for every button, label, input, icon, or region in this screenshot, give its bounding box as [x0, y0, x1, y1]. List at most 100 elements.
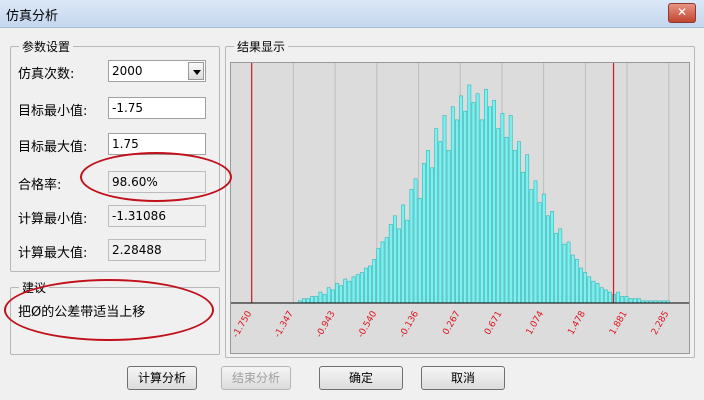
- close-icon[interactable]: ✕: [668, 3, 696, 23]
- target-min-input[interactable]: -1.75: [108, 97, 206, 119]
- chevron-down-icon[interactable]: [188, 62, 204, 80]
- histogram-bar: [504, 137, 509, 304]
- annotation-oval-suggestion: [4, 279, 214, 341]
- histogram-bar: [550, 211, 554, 304]
- cancel-button[interactable]: 取消: [421, 366, 505, 390]
- x-tick-label: -1.750: [231, 309, 254, 339]
- histogram-bar: [558, 228, 563, 304]
- histogram-bar: [426, 150, 430, 304]
- histogram-bar: [574, 259, 579, 304]
- histogram-bar: [500, 113, 505, 304]
- histogram-bar: [579, 267, 583, 304]
- histogram-bar: [376, 248, 381, 304]
- histogram-bar: [608, 291, 612, 304]
- histogram-bar: [566, 241, 571, 304]
- histogram-bar: [368, 265, 372, 304]
- histogram-bar: [517, 141, 521, 304]
- histogram-bar: [554, 232, 559, 304]
- sim-count-value: 2000: [112, 64, 143, 78]
- histogram-bar: [446, 150, 451, 304]
- histogram-bar: [326, 287, 331, 304]
- histogram-bar: [359, 272, 364, 304]
- ok-button[interactable]: 确定: [319, 366, 403, 390]
- histogram-bar: [529, 189, 534, 304]
- histogram-bar: [537, 202, 542, 304]
- histogram-bar: [591, 280, 596, 304]
- histogram-bar: [616, 291, 621, 304]
- histogram-bar: [479, 119, 484, 304]
- histogram-bar: [343, 278, 348, 304]
- histogram-bar: [533, 180, 538, 304]
- histogram-bar: [397, 228, 401, 304]
- calc-min-field: -1.31086: [108, 205, 206, 227]
- histogram-bar: [401, 204, 406, 304]
- histogram-bar: [624, 296, 629, 304]
- histogram-bar: [442, 115, 447, 304]
- histogram-bar: [434, 128, 439, 304]
- histogram-bar: [393, 215, 397, 304]
- histogram-bar: [467, 84, 472, 304]
- calc-min-label: 计算最小值:: [18, 212, 88, 227]
- target-max-label: 目标最大值:: [18, 140, 88, 155]
- x-tick-label: -0.540: [356, 309, 379, 339]
- histogram-bar: [318, 291, 323, 304]
- histogram-bar: [322, 293, 327, 304]
- histogram-bar: [421, 163, 426, 304]
- histogram-bar: [637, 298, 641, 304]
- histogram-bar: [508, 115, 513, 304]
- histogram-bar: [455, 119, 459, 304]
- result-legend: 结果显示: [234, 38, 289, 55]
- histogram-bar: [413, 178, 418, 304]
- histogram-bar: [525, 154, 530, 304]
- histogram-bar: [632, 298, 637, 304]
- histogram-bar: [570, 254, 575, 304]
- histogram-bar: [355, 274, 360, 304]
- x-tick-label: 2.285: [650, 310, 672, 337]
- histogram-bar: [450, 106, 455, 304]
- histogram-bar: [335, 283, 339, 304]
- result-chart: -1.750 -1.347 -0.943 -0.540 -0.136 0.267 0.671…: [230, 62, 690, 354]
- histogram-chart: -1.750 -1.347 -0.943 -0.540 -0.136 0.267 0.671…: [231, 63, 689, 340]
- histogram-bar: [628, 298, 633, 304]
- histogram-bar: [364, 267, 368, 304]
- histogram-bar: [599, 287, 604, 304]
- x-tick-label: 1.478: [566, 309, 588, 337]
- histogram-bar: [541, 193, 546, 304]
- histogram-bar: [372, 259, 377, 304]
- pass-rate-label: 合格率:: [18, 178, 62, 193]
- target-min-label: 目标最小值:: [18, 104, 88, 119]
- x-tick-label: -0.943: [315, 310, 338, 340]
- x-tick-label: 1.881: [608, 310, 630, 337]
- sim-count-label: 仿真次数:: [18, 67, 75, 82]
- sim-count-combo[interactable]: 2000: [108, 60, 206, 82]
- histogram-bar: [483, 89, 488, 304]
- histogram-bar: [583, 272, 587, 304]
- histogram-bar: [512, 150, 517, 304]
- histogram-bar: [314, 296, 319, 304]
- histogram-bar: [347, 280, 352, 304]
- calc-max-field: 2.28488: [108, 239, 206, 261]
- histogram-bar: [587, 276, 592, 304]
- x-tick-label: -0.136: [398, 309, 421, 339]
- histogram-bar: [310, 296, 315, 304]
- histogram-bar: [380, 241, 385, 304]
- histogram-bar: [306, 298, 310, 304]
- histogram-bar: [475, 93, 480, 304]
- params-legend: 参数设置: [19, 38, 74, 55]
- stop-analysis-button[interactable]: 结束分析: [221, 366, 291, 390]
- calc-analysis-button[interactable]: 计算分析: [127, 366, 197, 390]
- title-bar: 仿真分析 ✕: [0, 0, 704, 28]
- histogram-bar: [603, 289, 608, 304]
- calc-max-label: 计算最大值:: [18, 246, 88, 261]
- histogram-bar: [405, 219, 410, 304]
- histogram-bar: [546, 215, 550, 304]
- histogram-bar: [562, 243, 567, 304]
- histogram-bar: [384, 237, 389, 304]
- histogram-bar: [409, 189, 414, 304]
- histogram-bar: [339, 285, 343, 304]
- histogram-bar: [438, 141, 443, 304]
- histogram-bar: [330, 289, 335, 304]
- histogram-bar: [595, 283, 600, 304]
- histogram-bar: [388, 224, 393, 304]
- histogram-bar: [488, 106, 492, 304]
